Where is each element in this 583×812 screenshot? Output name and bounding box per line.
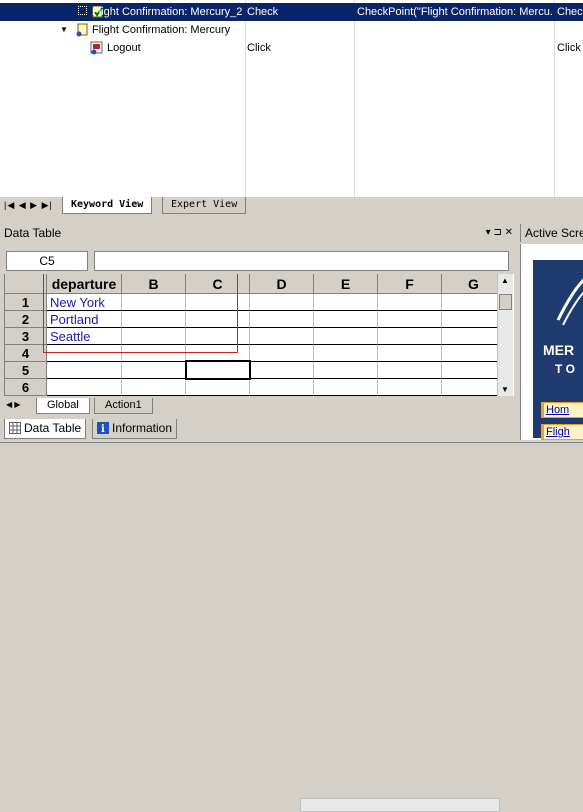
scroll-down-icon[interactable]: ▼ [501,385,509,394]
corner-header[interactable] [5,274,47,294]
table-cell[interactable] [122,362,186,379]
value-cell[interactable]: CheckPoint("Flight Confirmation: Mercu..… [355,3,553,21]
image-icon [90,41,103,55]
airplane-logo-icon [556,278,583,326]
column-header-d[interactable]: D [250,274,314,294]
table-cell[interactable] [250,362,314,379]
vertical-scrollbar[interactable]: ▲ ▼ [497,274,513,396]
table-cell[interactable] [378,345,442,362]
documentation-cell: Click t [557,42,583,54]
panel-title: Data Table [4,226,62,240]
formula-input[interactable] [94,251,509,271]
active-screen-title: Active Scre [520,224,583,242]
table-cell[interactable] [314,311,378,328]
sheet-tab-global[interactable]: Global [36,398,90,414]
table-cell[interactable] [314,362,378,379]
table-cell[interactable] [378,294,442,311]
tab-keyword-view[interactable]: Keyword View [62,197,153,214]
table-cell[interactable] [122,379,186,396]
keyword-row-logout[interactable]: Logout Click Click t [0,39,583,57]
operation-cell[interactable]: Check [245,3,353,21]
row-header[interactable]: 2 [5,311,47,328]
sheet-nav-arrows[interactable]: ◀ ▶ [6,400,21,409]
table-cell[interactable] [314,294,378,311]
row-header[interactable]: 4 [5,345,47,362]
table-cell[interactable] [47,379,122,396]
svg-text:i: i [101,424,105,434]
table-cell[interactable] [250,328,314,345]
data-table-title-bar: Data Table ▾ ⊐ ✕ [0,224,517,242]
keyword-row-flight-confirmation-2[interactable]: Flight Confirmation: Mercury_2 Check Che… [0,3,583,21]
operation-cell[interactable]: Click [245,39,353,57]
active-screen-pane: MER T O Hom Fligh [520,244,583,440]
sheet-tabs-bar: ◀ ▶ Global Action1 [4,398,514,812]
grid-icon [9,421,21,434]
sheet-tab-action1[interactable]: Action1 [94,398,153,414]
tab-information[interactable]: i Information [92,419,178,439]
page-icon [75,23,88,37]
table-cell[interactable] [250,311,314,328]
mercury-tours-screenshot: MER T O Hom Fligh [533,260,583,440]
tab-data-table[interactable]: Data Table [4,419,87,439]
table-cell[interactable] [250,379,314,396]
item-label: Flight Confirmation: Mercury [92,24,231,36]
tab-expert-view[interactable]: Expert View [162,197,247,214]
scroll-thumb[interactable] [499,294,512,310]
documentation-cell: Check [557,6,583,18]
table-cell[interactable] [250,345,314,362]
panel-controls[interactable]: ▾ ⊐ ✕ [486,224,513,242]
keyword-row-flight-confirmation[interactable]: ▼ Flight Confirmation: Mercury [0,21,583,39]
cell-reference-box[interactable]: C5 [6,251,88,271]
table-cell[interactable] [378,311,442,328]
tab-scroll-arrows[interactable]: |◀ ◀ ▶ ▶| [4,200,53,211]
table-cell[interactable] [250,294,314,311]
bottom-panel-tabs: Data Table i Information [0,418,520,440]
row-header[interactable]: 1 [5,294,47,311]
column-header-f[interactable]: F [378,274,442,294]
status-bar [0,442,583,453]
row-header[interactable]: 5 [5,362,47,379]
table-cell[interactable] [314,328,378,345]
table-cell[interactable] [186,379,250,396]
column-header-e[interactable]: E [314,274,378,294]
collapse-arrow-icon[interactable]: ▼ [60,25,68,34]
row-header[interactable]: 3 [5,328,47,345]
highlight-annotation [43,274,238,353]
logo-subtext: T O [555,362,575,376]
item-label: Flight Confirmation: Mercury_2 [92,6,243,18]
table-cell[interactable] [378,328,442,345]
row-header[interactable]: 6 [5,379,47,396]
item-label: Logout [107,42,141,54]
nav-link-home[interactable]: Hom [541,402,583,418]
table-cell[interactable] [314,379,378,396]
table-cell[interactable] [378,379,442,396]
info-icon: i [97,421,109,435]
horizontal-scrollbar[interactable] [300,798,500,812]
logo-text: MER [543,342,575,358]
table-cell[interactable] [314,345,378,362]
tab-label: Data Table [24,421,82,435]
table-cell[interactable] [47,362,122,379]
tab-label: Information [112,421,173,435]
spreadsheet-grid: departure B C D E F G 1 2 3 4 5 6 New Yo… [4,274,514,396]
scroll-up-icon[interactable]: ▲ [501,276,509,285]
view-tabs-bar: |◀ ◀ ▶ ▶| Keyword View Expert View [0,196,583,214]
keyword-view-grid: Flight Confirmation: Mercury_2 Check Che… [0,0,583,196]
selected-cell-c5[interactable] [185,360,251,380]
item-cell: Flight Confirmation: Mercury_2 [26,3,245,21]
table-cell[interactable] [378,362,442,379]
nav-link-flights[interactable]: Fligh [541,424,583,440]
